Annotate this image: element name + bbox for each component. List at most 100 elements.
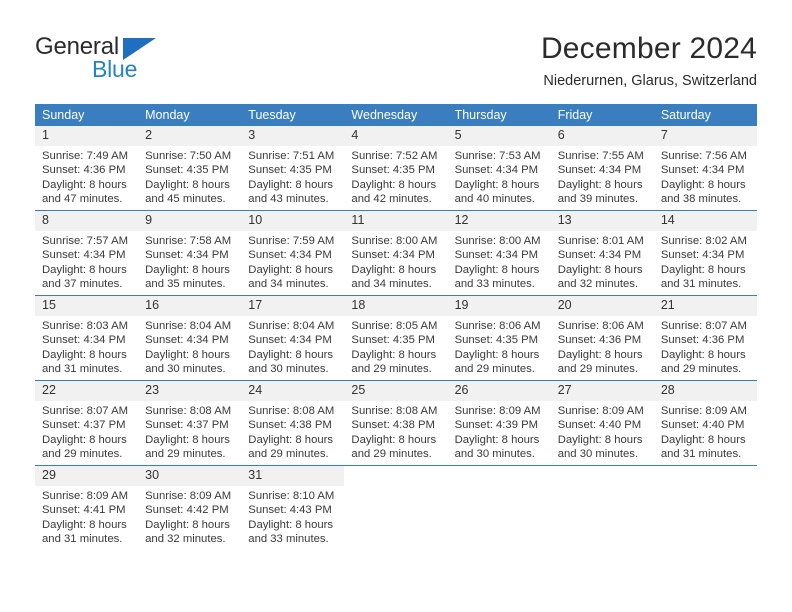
day-cell[interactable]: 5 Sunrise: 7:53 AM Sunset: 4:34 PM Daylight… [447, 126, 551, 211]
sunset-text: Sunset: 4:36 PM [42, 164, 126, 177]
sunset-text: Sunset: 4:34 PM [42, 334, 126, 347]
day-number: 10 [241, 211, 345, 232]
day-details: Sunrise: 8:09 AM Sunset: 4:42 PM Daylight:… [138, 486, 241, 546]
sunrise-text: Sunrise: 8:09 AM [454, 405, 541, 418]
sunrise-text: Sunrise: 8:01 AM [557, 235, 644, 248]
sunset-text: Sunset: 4:34 PM [660, 249, 745, 262]
day-cell[interactable]: 10 Sunrise: 7:59 AM Sunset: 4:34 PM Dayligh… [241, 210, 345, 296]
daylight-text-line1: Daylight: 8 hours [145, 348, 230, 361]
sunset-text: Sunset: 4:35 PM [351, 334, 435, 347]
daylight-text-line2: and 29 minutes. [557, 362, 639, 375]
day-details: Sunrise: 8:08 AM Sunset: 4:38 PM Daylight:… [344, 401, 447, 461]
sunrise-text: Sunrise: 8:00 AM [454, 235, 541, 248]
day-cell[interactable]: 18 Sunrise: 8:05 AM Sunset: 4:35 PM Dayligh… [344, 295, 448, 381]
sunrise-text: Sunrise: 8:08 AM [248, 405, 335, 418]
day-number: 19 [447, 296, 551, 317]
day-number [654, 466, 757, 480]
day-cell[interactable]: 12 Sunrise: 8:00 AM Sunset: 4:34 PM Dayligh… [447, 210, 551, 296]
day-details: Sunrise: 8:03 AM Sunset: 4:34 PM Daylight:… [35, 316, 138, 376]
day-cell[interactable]: 3 Sunrise: 7:51 AM Sunset: 4:35 PM Daylight… [241, 126, 345, 211]
day-cell[interactable]: 28 Sunrise: 8:09 AM Sunset: 4:40 PM Dayligh… [653, 380, 757, 466]
day-cell[interactable]: 27 Sunrise: 8:09 AM Sunset: 4:40 PM Dayligh… [550, 380, 654, 466]
logo-text-blue: Blue [92, 56, 138, 82]
day-cell[interactable]: 6 Sunrise: 7:55 AM Sunset: 4:34 PM Daylight… [550, 126, 654, 211]
day-cell[interactable]: 4 Sunrise: 7:52 AM Sunset: 4:35 PM Daylight… [344, 126, 448, 211]
day-cell[interactable]: 26 Sunrise: 8:09 AM Sunset: 4:39 PM Dayligh… [447, 380, 551, 466]
day-number: 13 [550, 211, 654, 232]
sunrise-text: Sunrise: 8:09 AM [557, 405, 644, 418]
day-cell[interactable]: 29 Sunrise: 8:09 AM Sunset: 4:41 PM Dayligh… [35, 465, 139, 556]
daylight-text-line2: and 30 minutes. [248, 362, 329, 375]
daylight-text-line2: and 45 minutes. [145, 192, 226, 205]
day-cell[interactable]: 31 Sunrise: 8:10 AM Sunset: 4:43 PM Dayligh… [241, 465, 345, 556]
day-number: 16 [138, 296, 242, 317]
day-cell[interactable]: 11 Sunrise: 8:00 AM Sunset: 4:34 PM Dayligh… [344, 210, 448, 296]
day-cell[interactable]: 16 Sunrise: 8:04 AM Sunset: 4:34 PM Dayligh… [138, 295, 242, 381]
daylight-text-line1: Daylight: 8 hours [660, 348, 746, 361]
day-cell[interactable]: 23 Sunrise: 8:08 AM Sunset: 4:37 PM Dayligh… [138, 380, 242, 466]
weekday-header-thursday: Thursday [447, 104, 551, 126]
day-cell[interactable]: 21 Sunrise: 8:07 AM Sunset: 4:36 PM Dayligh… [653, 295, 757, 381]
general-blue-logo[interactable]: General Blue [35, 30, 165, 82]
daylight-text-line1: Daylight: 8 hours [557, 433, 643, 446]
sunrise-text: Sunrise: 7:49 AM [42, 150, 129, 163]
daylight-text-line1: Daylight: 8 hours [351, 433, 437, 446]
calendar-container: Sunday Monday Tuesday Wednesday Thursday… [35, 104, 757, 556]
sunrise-text: Sunrise: 8:08 AM [145, 405, 232, 418]
daylight-text-line2: and 39 minutes. [557, 192, 639, 205]
day-details: Sunrise: 8:10 AM Sunset: 4:43 PM Daylight:… [241, 486, 344, 546]
sunrise-text: Sunrise: 7:59 AM [248, 235, 335, 248]
sunrise-text: Sunrise: 8:07 AM [42, 405, 129, 418]
sunrise-text: Sunrise: 8:04 AM [145, 320, 232, 333]
weekday-header-row: Sunday Monday Tuesday Wednesday Thursday… [35, 104, 757, 126]
weekday-header-saturday: Saturday [653, 104, 757, 126]
day-number: 1 [35, 126, 139, 147]
day-cell[interactable]: 15 Sunrise: 8:03 AM Sunset: 4:34 PM Dayligh… [35, 295, 139, 381]
sunrise-text: Sunrise: 7:55 AM [557, 150, 644, 163]
day-cell[interactable]: 13 Sunrise: 8:01 AM Sunset: 4:34 PM Dayligh… [550, 210, 654, 296]
day-details: Sunrise: 8:05 AM Sunset: 4:35 PM Daylight:… [344, 316, 447, 376]
day-cell[interactable]: 30 Sunrise: 8:09 AM Sunset: 4:42 PM Dayligh… [138, 465, 242, 556]
sunrise-text: Sunrise: 7:58 AM [145, 235, 232, 248]
calendar-week-row: 29 Sunrise: 8:09 AM Sunset: 4:41 PM Dayligh… [35, 465, 757, 556]
day-cell[interactable]: 20 Sunrise: 8:06 AM Sunset: 4:36 PM Dayligh… [550, 295, 654, 381]
day-cell[interactable]: 22 Sunrise: 8:07 AM Sunset: 4:37 PM Dayligh… [35, 380, 139, 466]
day-cell[interactable]: 7 Sunrise: 7:56 AM Sunset: 4:34 PM Daylight… [653, 126, 757, 211]
sunset-text: Sunset: 4:34 PM [145, 334, 229, 347]
weekday-header-monday: Monday [138, 104, 242, 126]
day-cell[interactable]: 1 Sunrise: 7:49 AM Sunset: 4:36 PM Daylight… [35, 126, 139, 211]
day-cell[interactable]: 14 Sunrise: 8:02 AM Sunset: 4:34 PM Dayligh… [653, 210, 757, 296]
sunrise-text: Sunrise: 8:08 AM [351, 405, 438, 418]
day-number: 30 [138, 466, 242, 487]
day-details: Sunrise: 8:04 AM Sunset: 4:34 PM Daylight:… [138, 316, 241, 376]
day-cell-empty [653, 465, 757, 556]
sunset-text: Sunset: 4:42 PM [145, 504, 229, 517]
daylight-text-line2: and 35 minutes. [145, 277, 226, 290]
sunrise-text: Sunrise: 7:53 AM [454, 150, 541, 163]
day-details: Sunrise: 8:01 AM Sunset: 4:34 PM Daylight:… [551, 231, 654, 291]
day-number: 26 [447, 381, 551, 402]
day-cell[interactable]: 8 Sunrise: 7:57 AM Sunset: 4:34 PM Daylight… [35, 210, 139, 296]
daylight-text-line1: Daylight: 8 hours [248, 263, 334, 276]
daylight-text-line2: and 32 minutes. [145, 532, 226, 545]
day-cell[interactable]: 19 Sunrise: 8:06 AM Sunset: 4:35 PM Dayligh… [447, 295, 551, 381]
day-details: Sunrise: 8:09 AM Sunset: 4:40 PM Daylight:… [551, 401, 654, 461]
day-number: 31 [241, 466, 345, 487]
sunset-text: Sunset: 4:34 PM [248, 249, 332, 262]
day-cell[interactable]: 25 Sunrise: 8:08 AM Sunset: 4:38 PM Dayligh… [344, 380, 448, 466]
sunrise-text: Sunrise: 8:09 AM [42, 490, 129, 503]
day-cell[interactable]: 9 Sunrise: 7:58 AM Sunset: 4:34 PM Daylight… [138, 210, 242, 296]
daylight-text-line1: Daylight: 8 hours [454, 433, 540, 446]
sunrise-text: Sunrise: 8:09 AM [145, 490, 232, 503]
daylight-text-line2: and 37 minutes. [42, 277, 123, 290]
weekday-header-sunday: Sunday [35, 104, 139, 126]
sunrise-text: Sunrise: 8:07 AM [660, 320, 747, 333]
day-details: Sunrise: 7:57 AM Sunset: 4:34 PM Daylight:… [35, 231, 138, 291]
sunset-text: Sunset: 4:34 PM [42, 249, 126, 262]
sunset-text: Sunset: 4:40 PM [557, 419, 642, 432]
day-cell[interactable]: 2 Sunrise: 7:50 AM Sunset: 4:35 PM Daylight… [138, 126, 242, 211]
day-cell[interactable]: 24 Sunrise: 8:08 AM Sunset: 4:38 PM Dayligh… [241, 380, 345, 466]
day-cell[interactable]: 17 Sunrise: 8:04 AM Sunset: 4:34 PM Dayligh… [241, 295, 345, 381]
daylight-text-line2: and 29 minutes. [454, 362, 535, 375]
sunrise-text: Sunrise: 8:06 AM [557, 320, 644, 333]
